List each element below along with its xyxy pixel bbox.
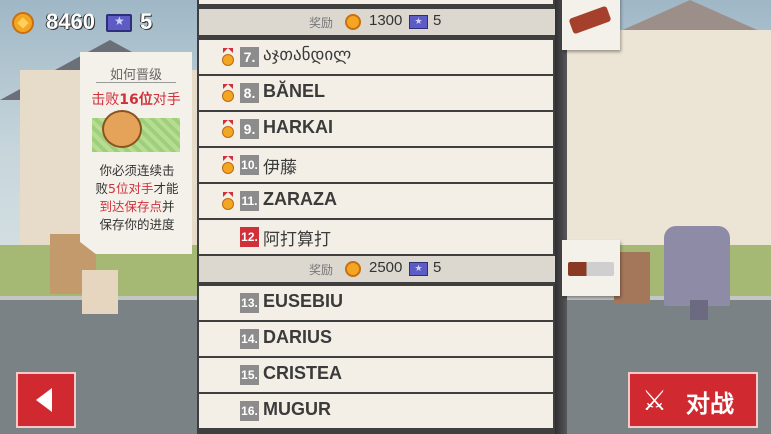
star-ticket-icon: ★ xyxy=(409,15,428,29)
ladder-row[interactable]: 16. MUGUR xyxy=(199,394,553,428)
ladder-row[interactable]: 15. CRISTEA xyxy=(199,358,553,392)
ladder-row[interactable]: 9. HARKAI xyxy=(199,112,553,146)
prize-card-bottle xyxy=(562,0,620,50)
ladder-row[interactable]: 13. EUSEBIU xyxy=(199,286,553,320)
chainsaw-weapon-icon xyxy=(568,262,614,276)
reward-label: 奖励 xyxy=(309,263,334,277)
tip-line-3b: 并 xyxy=(162,199,175,214)
ladder-row[interactable]: 10. 伊藤 xyxy=(199,148,553,182)
player-name: MUGUR xyxy=(263,399,331,419)
tip-line-2c: 才能 xyxy=(153,181,179,196)
reward-stars: 5 xyxy=(433,259,442,276)
rank-badge: 7. xyxy=(240,47,259,67)
goal-suffix: 对手 xyxy=(152,92,181,108)
goal-number: 16位 xyxy=(119,92,153,108)
mailbox-post xyxy=(690,300,708,320)
player-name: 伊藤 xyxy=(263,158,297,177)
reward-stars: 5 xyxy=(433,12,442,29)
ladder-row[interactable]: 7. აჯთანდილ xyxy=(199,40,553,74)
house-right xyxy=(565,30,771,260)
reward-checkpoint-2: 奖励 2500 ★ 5 xyxy=(199,256,555,282)
how-to-advance-card: 如何晋级 击败16位对手 你必须连续击 败5位对手才能 到达保存点并 保存你的进… xyxy=(80,52,192,254)
tip-line-2b: 5位对手 xyxy=(108,181,154,196)
medal-icon xyxy=(221,84,235,102)
tip-body: 你必须连续击 败5位对手才能 到达保存点并 保存你的进度 xyxy=(88,162,186,234)
mailbox xyxy=(664,226,730,306)
bottle-weapon-icon xyxy=(568,5,612,35)
rank-badge: 9. xyxy=(240,119,259,139)
ladder-row[interactable]: 14. DARIUS xyxy=(199,322,553,356)
ladder-row-current-player[interactable]: 12. 阿打算打 xyxy=(199,220,553,254)
medal-icon xyxy=(221,120,235,138)
reward-coins: 1300 xyxy=(369,12,403,29)
cat-mascot-icon xyxy=(102,110,142,148)
fight-button[interactable]: ⚔ 对战 xyxy=(628,372,758,428)
coin-icon xyxy=(345,261,361,277)
rank-badge: 14. xyxy=(240,329,259,349)
player-name: BĂNEL xyxy=(263,81,325,101)
medal-icon xyxy=(221,192,235,210)
list-row-partial xyxy=(199,0,553,4)
rank-badge: 12. xyxy=(240,227,259,247)
back-button[interactable] xyxy=(16,372,76,428)
coin-count: 8460 xyxy=(46,9,95,34)
rank-badge: 13. xyxy=(240,293,259,313)
player-name: ZARAZA xyxy=(263,189,337,209)
rank-badge: 11. xyxy=(240,191,259,211)
reward-label: 奖励 xyxy=(309,16,334,30)
rank-badge: 8. xyxy=(240,83,259,103)
tip-line-4: 保存你的进度 xyxy=(99,217,175,232)
star-ticket-icon xyxy=(106,14,132,32)
reward-coins: 2500 xyxy=(369,259,403,276)
reward-checkpoint-1: 奖励 1300 ★ 5 xyxy=(199,9,555,35)
star-count: 5 xyxy=(140,9,153,34)
ladder-row[interactable]: 8. BĂNEL xyxy=(199,76,553,110)
rank-badge: 16. xyxy=(240,401,259,421)
medal-icon xyxy=(221,48,235,66)
tip-line-1: 你必须连续击 xyxy=(99,163,175,178)
tip-line-3: 到达保存点 xyxy=(99,199,162,214)
list-edge xyxy=(555,0,567,434)
rank-badge: 10. xyxy=(240,155,259,175)
back-arrow-icon xyxy=(36,388,52,412)
goal-prefix: 击败 xyxy=(91,92,120,108)
player-name: EUSEBIU xyxy=(263,291,344,311)
divider xyxy=(96,82,176,83)
prize-card-chainsaw xyxy=(562,240,620,296)
player-name: აჯთანდილ xyxy=(263,45,352,64)
player-name: CRISTEA xyxy=(263,363,343,383)
fight-label: 对战 xyxy=(686,390,734,418)
coin-icon xyxy=(345,14,361,30)
coin-icon xyxy=(12,12,34,34)
player-name: DARIUS xyxy=(263,327,333,347)
ladder-row[interactable]: 11. ZARAZA xyxy=(199,184,553,218)
medal-icon xyxy=(221,156,235,174)
crossed-swords-icon: ⚔ xyxy=(642,384,668,417)
player-name: 阿打算打 xyxy=(263,230,331,249)
tip-title: 如何晋级 xyxy=(109,68,162,83)
tip-line-2a: 败 xyxy=(95,181,109,196)
player-name: HARKAI xyxy=(263,117,333,137)
star-ticket-icon: ★ xyxy=(409,262,428,276)
tip-goal: 击败16位对手 xyxy=(80,89,192,109)
paper-box xyxy=(82,270,118,314)
rank-badge: 15. xyxy=(240,365,259,385)
